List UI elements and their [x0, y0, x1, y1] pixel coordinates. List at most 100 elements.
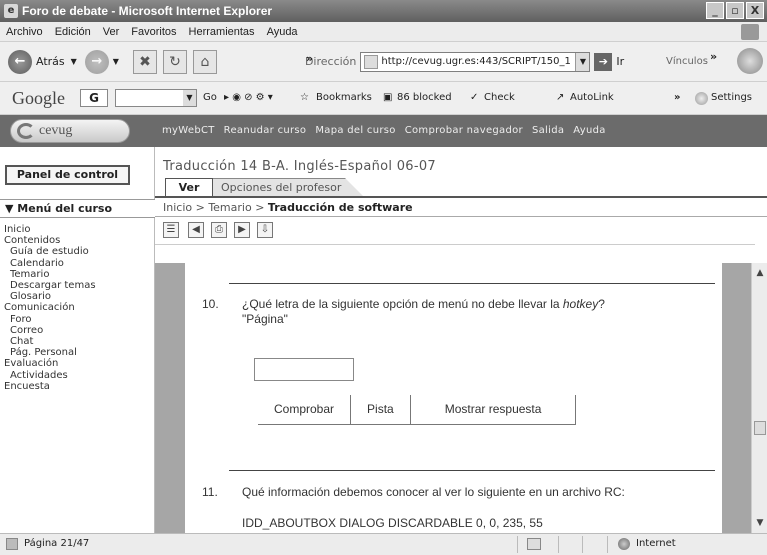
cevug-logo[interactable]: cevug: [10, 119, 130, 143]
menu-ayuda[interactable]: Ayuda: [267, 26, 298, 38]
panel-de-control-button[interactable]: Panel de control: [5, 165, 130, 185]
status-divider: [607, 536, 608, 553]
pista-button[interactable]: Pista: [351, 395, 411, 425]
nav-mywebct[interactable]: myWebCT: [162, 125, 215, 136]
answer-input[interactable]: [254, 358, 354, 381]
popup-blocked-count[interactable]: 86 blocked: [397, 92, 452, 103]
go-arrow-icon[interactable]: ➔: [594, 52, 613, 71]
go-button[interactable]: Ir: [616, 55, 624, 68]
google-search-dropdown-icon[interactable]: ▼: [183, 90, 196, 106]
links-label[interactable]: Vínculos: [666, 56, 708, 67]
course-menu-item[interactable]: Calendario: [4, 258, 96, 269]
scroll-up-icon[interactable]: ▲: [754, 267, 766, 279]
mostrar-respuesta-button[interactable]: Mostrar respuesta: [410, 395, 577, 425]
spellcheck-button[interactable]: Check: [484, 92, 515, 103]
divider: [229, 283, 715, 284]
vertical-scrollbar[interactable]: ▲ ▼: [751, 263, 767, 533]
google-toolbar: Google G ▼ Go ▸ ◉ ⊘ ⚙ ▾ ☆ Bookmarks ▣ 86…: [0, 82, 767, 115]
menu-ver[interactable]: Ver: [103, 26, 120, 38]
menu-herramientas[interactable]: Herramientas: [189, 26, 255, 38]
course-menu-header[interactable]: ▼ Menú del curso: [0, 199, 155, 218]
next-page-icon[interactable]: ▶: [234, 222, 250, 238]
address-dropdown-icon[interactable]: ▼: [575, 52, 590, 71]
msn-icon[interactable]: [737, 48, 763, 74]
question-number: 11.: [202, 485, 218, 499]
links-overflow-icon[interactable]: »: [710, 50, 717, 63]
autolink-button[interactable]: AutoLink: [570, 92, 614, 103]
close-button[interactable]: X: [746, 2, 764, 19]
forward-arrow-icon[interactable]: →: [84, 49, 109, 74]
popup-blocker-icon: ▣: [383, 92, 393, 103]
google-go-button[interactable]: Go: [203, 92, 217, 103]
address-bar[interactable]: http://cevug.ugr.es:443/SCRIPT/150_1 ▼: [360, 51, 591, 72]
security-zone: Internet: [636, 538, 676, 549]
course-menu-item[interactable]: Encuesta: [4, 381, 96, 392]
window-controls: _ ▫ X: [706, 2, 764, 19]
back-dropdown-icon[interactable]: ▼: [71, 57, 77, 66]
back-arrow-icon[interactable]: ←: [8, 49, 32, 74]
nav-comprobar-navegador[interactable]: Comprobar navegador: [405, 125, 523, 136]
tab-opciones-profesor[interactable]: Opciones del profesor: [213, 178, 363, 196]
scroll-thumb[interactable]: [754, 421, 766, 435]
title-bar: e Foro de debate - Microsoft Internet Ex…: [0, 0, 767, 22]
comprobar-button[interactable]: Comprobar: [258, 395, 352, 425]
address-input[interactable]: http://cevug.ugr.es:443/SCRIPT/150_1: [381, 56, 571, 67]
menu-edicion[interactable]: Edición: [55, 26, 91, 38]
bookmarks-button[interactable]: Bookmarks: [316, 92, 372, 103]
forward-dropdown-icon[interactable]: ▼: [113, 57, 119, 66]
course-sidebar: Panel de control ▼ Menú del curso Inicio…: [0, 147, 155, 533]
stop-icon[interactable]: ✖: [132, 49, 157, 74]
course-menu-item[interactable]: Evaluación: [4, 358, 96, 369]
nav-mapa-del-curso[interactable]: Mapa del curso: [315, 125, 395, 136]
course-menu-item[interactable]: Chat: [4, 336, 96, 347]
maximize-button[interactable]: ▫: [726, 2, 744, 19]
home-icon[interactable]: ⌂: [192, 49, 217, 74]
question-text: Qué información debemos conocer al ver l…: [242, 485, 625, 499]
globe-icon: [618, 538, 630, 550]
question-code: IDD_ABOUTBOX DIALOG DISCARDABLE 0, 0, 23…: [242, 516, 543, 530]
google-menu-button[interactable]: G: [80, 89, 108, 107]
course-menu-item[interactable]: Inicio: [4, 224, 96, 235]
content-list-icon[interactable]: ☰: [163, 222, 179, 238]
status-bar: Página 21/47 Internet: [0, 533, 767, 555]
nav-salida[interactable]: Salida: [532, 125, 564, 136]
refresh-icon[interactable]: ↻: [162, 49, 187, 74]
autolink-icon: ↗: [556, 92, 565, 103]
google-tool-icons[interactable]: ▸ ◉ ⊘ ⚙ ▾: [224, 92, 273, 103]
course-menu-item[interactable]: Foro: [4, 314, 96, 325]
minimize-button[interactable]: _: [706, 2, 724, 19]
status-divider: [558, 536, 559, 553]
tab-ver[interactable]: Ver: [165, 178, 213, 196]
course-menu-item[interactable]: Temario: [4, 269, 96, 280]
previous-page-icon[interactable]: ◀: [188, 222, 204, 238]
course-menu-item[interactable]: Descargar temas: [4, 280, 96, 291]
toolbar-overflow-icon[interactable]: »: [306, 52, 313, 65]
nav-reanudar-curso[interactable]: Reanudar curso: [224, 125, 307, 136]
nav-ayuda[interactable]: Ayuda: [573, 125, 605, 136]
windows-logo-icon: [741, 24, 759, 40]
webct-header: cevug myWebCT Reanudar curso Mapa del cu…: [0, 115, 767, 147]
course-menu-item[interactable]: Pág. Personal: [4, 347, 96, 358]
settings-button[interactable]: Settings: [711, 92, 752, 103]
menu-archivo[interactable]: Archivo: [6, 26, 43, 38]
course-menu-item[interactable]: Comunicación: [4, 302, 96, 313]
content-frame-right: [722, 263, 751, 533]
back-button[interactable]: Atrás: [36, 55, 65, 68]
download-icon[interactable]: ⇩: [257, 222, 273, 238]
course-menu-item[interactable]: Correo: [4, 325, 96, 336]
course-menu-list: Inicio Contenidos Guía de estudio Calendari…: [4, 224, 96, 392]
question-text-emphasis: hotkey: [562, 297, 599, 311]
course-menu-item[interactable]: Glosario: [4, 291, 96, 302]
print-icon[interactable]: ⎙: [211, 222, 227, 238]
google-search-input[interactable]: ▼: [115, 89, 197, 107]
google-overflow-icon[interactable]: »: [674, 92, 680, 103]
course-menu-item[interactable]: Contenidos: [4, 235, 96, 246]
course-menu-item[interactable]: Actividades: [4, 370, 96, 381]
menu-favoritos[interactable]: Favoritos: [131, 26, 176, 38]
spellcheck-icon: ✓: [470, 92, 479, 103]
star-icon[interactable]: ☆: [300, 92, 309, 103]
breadcrumb-path[interactable]: Inicio > Temario >: [163, 201, 268, 214]
scroll-down-icon[interactable]: ▼: [754, 517, 766, 529]
course-menu-item[interactable]: Guía de estudio: [4, 246, 96, 257]
status-divider: [517, 536, 518, 553]
